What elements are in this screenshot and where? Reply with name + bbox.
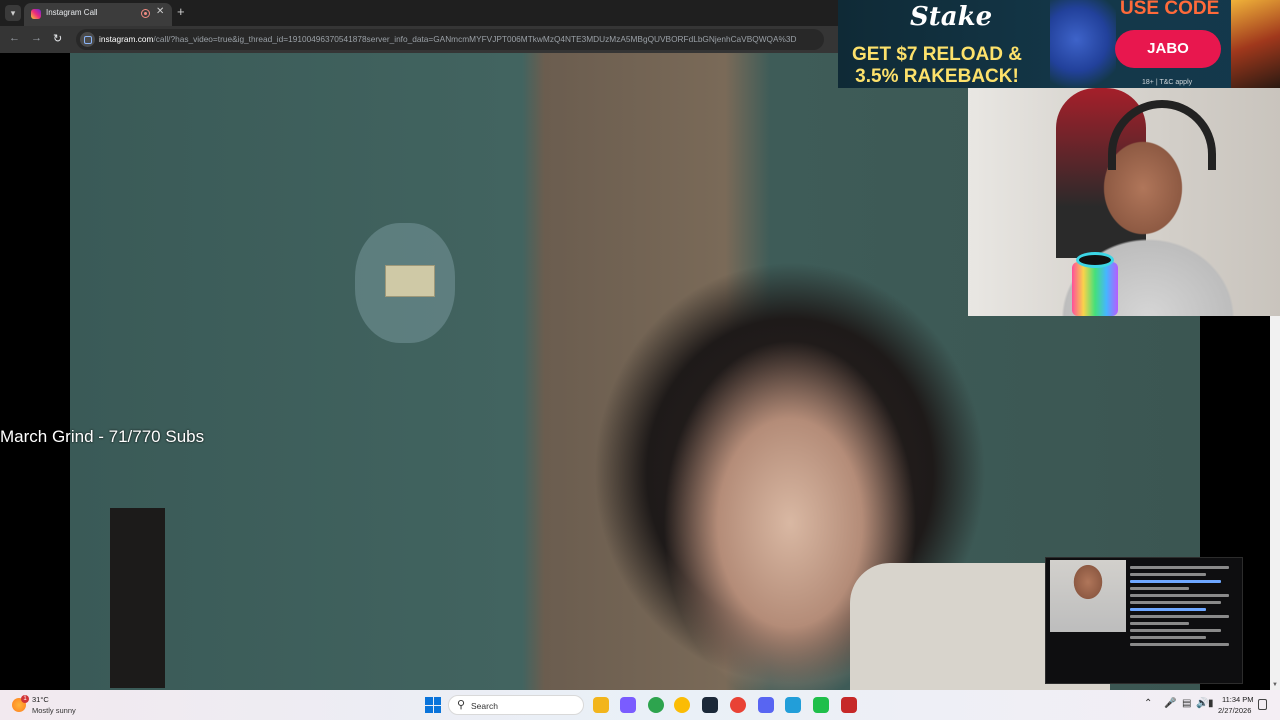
microphone-icon[interactable]: 🎤 <box>1164 698 1176 709</box>
new-tab-button[interactable]: + <box>177 4 185 19</box>
sub-goal-overlay: March Grind - 71/770 Subs <box>0 427 205 446</box>
battery-icon[interactable]: ▮ <box>1208 698 1214 709</box>
search-placeholder: Search <box>471 701 498 711</box>
network-icon[interactable]: ▤ <box>1182 698 1191 709</box>
browser-tab-strip: ▾ Instagram Call ✕ + <box>0 0 838 26</box>
volume-icon[interactable]: 🔊 <box>1196 698 1208 709</box>
show-hidden-icons-icon[interactable]: ⌃ <box>1144 698 1152 709</box>
chrome-icon[interactable] <box>730 697 746 713</box>
app-icon[interactable] <box>841 697 857 713</box>
chat-line <box>1130 601 1221 604</box>
copilot-icon[interactable] <box>620 697 636 713</box>
tab-instagram-call[interactable]: Instagram Call ✕ <box>24 3 172 26</box>
chat-line <box>1130 643 1230 646</box>
ad-artwork-prize <box>1231 0 1280 88</box>
chat-line <box>1130 566 1230 569</box>
chat-line <box>1130 594 1230 597</box>
site-info-icon[interactable] <box>80 32 95 47</box>
preview-facecam <box>1050 560 1126 632</box>
stake-logo: Stake <box>910 2 993 32</box>
rgb-speaker <box>1072 252 1118 316</box>
weather-alert-badge: 1 <box>21 695 29 703</box>
start-windows-icon[interactable] <box>425 697 441 713</box>
forward-arrow-icon[interactable]: → <box>31 32 42 44</box>
app-icon[interactable] <box>813 697 829 713</box>
chrome-icon[interactable] <box>674 697 690 713</box>
weather-description[interactable]: Mostly sunny <box>32 706 76 715</box>
streamer-facecam <box>968 88 1280 316</box>
promo-label: USE CODE <box>1120 0 1220 19</box>
chat-line <box>1130 608 1206 611</box>
telegram-icon[interactable] <box>785 697 801 713</box>
back-arrow-icon[interactable]: ← <box>9 32 20 44</box>
chat-line <box>1130 573 1206 576</box>
weather-temperature[interactable]: 31°C <box>32 695 49 704</box>
tab-title: Instagram Call <box>46 8 98 17</box>
ad-headline-line1: GET $7 RELOAD & <box>852 44 1022 65</box>
chat-line <box>1130 587 1190 590</box>
ad-headline-line2: 3.5% RAKEBACK! <box>855 66 1019 87</box>
wall-switch <box>385 265 435 297</box>
discord-icon[interactable] <box>758 697 774 713</box>
search-icon: ⚲ <box>457 699 466 711</box>
taskbar-search[interactable]: ⚲ Search <box>448 695 584 715</box>
url-text[interactable]: instagram.com/call/?has_video=true&ig_th… <box>99 34 797 44</box>
promo-code-badge: JABO <box>1115 30 1221 68</box>
preview-chat <box>1130 562 1238 650</box>
address-bar[interactable]: instagram.com/call/?has_video=true&ig_th… <box>76 29 824 50</box>
tab-search-menu-icon[interactable]: ▾ <box>5 5 21 21</box>
notifications-icon[interactable] <box>1258 699 1267 710</box>
chat-line <box>1130 636 1206 639</box>
steam-icon[interactable] <box>702 697 718 713</box>
scroll-down-icon[interactable]: ▼ <box>1272 682 1278 688</box>
chat-line <box>1130 629 1221 632</box>
chat-line <box>1130 580 1221 583</box>
stake-ad-banner: Stake GET $7 RELOAD & 3.5% RAKEBACK! USE… <box>838 0 1280 88</box>
chrome-icon[interactable] <box>648 697 664 713</box>
stream-preview-widget <box>1045 557 1243 684</box>
recording-indicator-icon <box>141 9 150 18</box>
background-furniture <box>110 508 165 688</box>
chat-line <box>1130 622 1190 625</box>
ad-headline: GET $7 RELOAD & 3.5% RAKEBACK! <box>838 44 1036 88</box>
taskbar: 1 31°C Mostly sunny ⚲ Search ⌃ 🎤 ▤ 🔊 ▮ 1… <box>0 690 1280 720</box>
ad-terms: 18+ | T&C apply <box>1142 79 1193 86</box>
instagram-favicon-icon <box>31 9 41 19</box>
chat-line <box>1130 615 1230 618</box>
clock-time[interactable]: 11:34 PM <box>1222 695 1254 704</box>
ad-artwork <box>1050 0 1116 88</box>
clock-date[interactable]: 2/27/2026 <box>1218 706 1251 715</box>
tab-close-icon[interactable]: ✕ <box>156 6 164 17</box>
file-explorer-icon[interactable] <box>593 697 609 713</box>
browser-toolbar: ← → ↻ instagram.com/call/?has_video=true… <box>0 26 838 53</box>
reload-icon[interactable]: ↻ <box>53 32 62 45</box>
